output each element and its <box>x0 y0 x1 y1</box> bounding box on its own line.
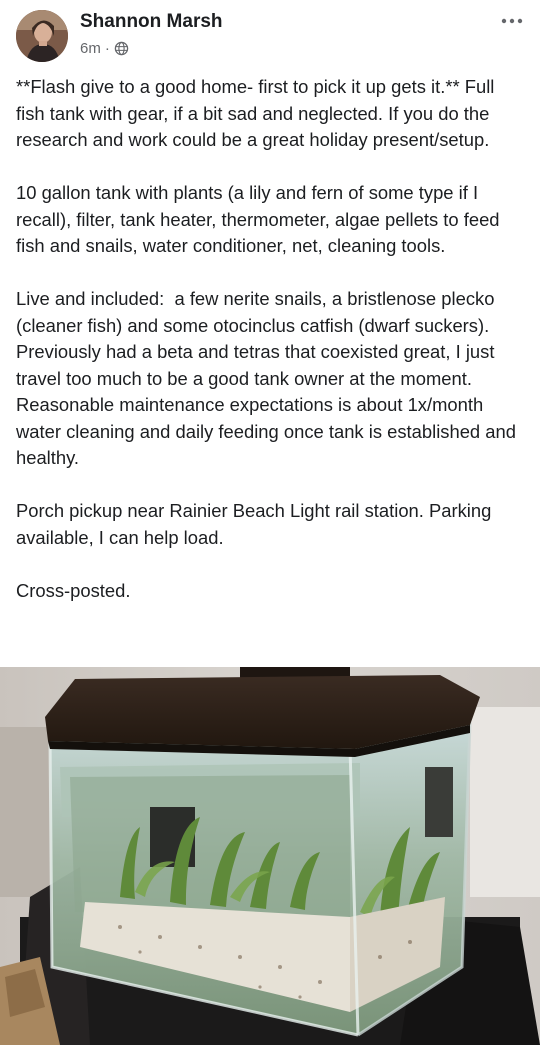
author-avatar[interactable] <box>16 10 68 62</box>
post-timestamp[interactable]: 6m <box>80 40 101 57</box>
post-text: **Flash give to a good home- first to pi… <box>16 76 516 601</box>
avatar-photo <box>16 10 68 62</box>
meta-separator: · <box>104 40 110 57</box>
more-options-icon[interactable] <box>498 12 526 30</box>
post-photo[interactable] <box>0 667 540 1045</box>
author-name[interactable]: Shannon Marsh <box>80 11 223 33</box>
post-header: Shannon Marsh 6m · <box>0 0 540 72</box>
globe-icon[interactable] <box>114 41 129 56</box>
fish-tank-photo <box>0 667 540 1045</box>
post-meta: 6m · <box>80 40 129 57</box>
